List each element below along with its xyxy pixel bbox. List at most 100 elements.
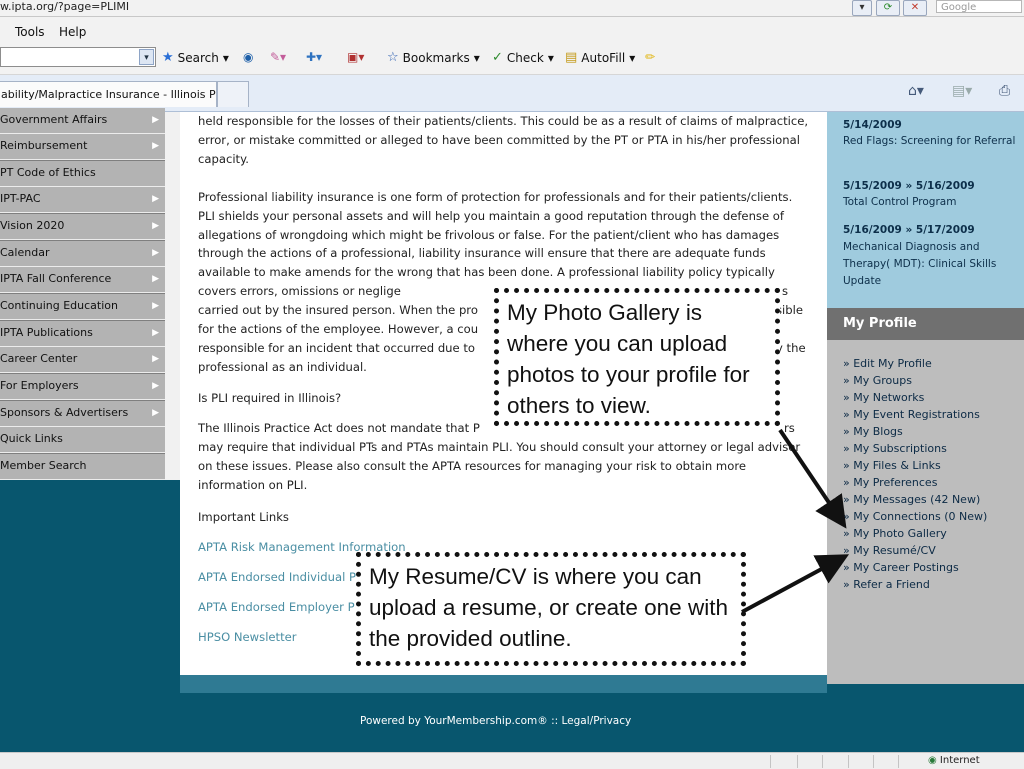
chevron-down-icon[interactable]: ▾ [139, 49, 154, 65]
nav-fall-conference[interactable]: IPTA Fall Conference ▶ [0, 267, 165, 293]
google-icon: ★ [162, 50, 174, 65]
spellcheck-icon: ✓ [492, 50, 503, 65]
highlighter-icon[interactable]: ✎▾ [270, 50, 286, 64]
paragraph-responsibility: held responsible for the losses of their… [198, 114, 809, 166]
status-divider [898, 755, 899, 768]
pencil-icon[interactable]: ✏ [645, 50, 655, 64]
security-zone: ◉ Internet [928, 755, 980, 766]
tab-current-page[interactable]: ability/Malpractice Insurance - Illinois… [0, 81, 217, 107]
profile-link-preferences[interactable]: » My Preferences [843, 474, 937, 491]
bookmarks-button[interactable]: ☆ Bookmarks ▾ [387, 50, 480, 65]
nav-ipt-pac[interactable]: IPT-PAC ▶ [0, 187, 165, 213]
feeds-icon[interactable]: ▤▾ [952, 83, 972, 99]
paragraph-fragment: y the [776, 341, 806, 355]
address-dropdown-button[interactable]: ▾ [852, 0, 872, 16]
footer-powered-by[interactable]: Powered by YourMembership.com® :: Legal/… [360, 715, 631, 727]
spell-check-button[interactable]: ✓ Check ▾ [492, 50, 554, 65]
status-divider [770, 755, 771, 768]
profile-link-edit[interactable]: » Edit My Profile [843, 355, 932, 372]
tab-bar: ability/Malpractice Insurance - Illinois… [0, 75, 1024, 112]
nav-for-employers[interactable]: For Employers ▶ [0, 374, 165, 400]
callout-photo-gallery: My Photo Gallery is where you can upload… [494, 288, 780, 426]
profile-link-connections[interactable]: » My Connections (0 New) [843, 508, 987, 525]
nav-code-of-ethics[interactable]: PT Code of Ethics [0, 161, 165, 187]
nav-reimbursement[interactable]: Reimbursement ▶ [0, 134, 165, 160]
chevron-right-icon: ▶ [152, 354, 159, 364]
new-tab-button[interactable] [217, 81, 249, 107]
paragraph-fragment: The Illinois Practice Act does not manda… [198, 421, 480, 435]
link-hpso-newsletter[interactable]: HPSO Newsletter [198, 628, 297, 646]
profile-link-resume-cv[interactable]: » My Resumé/CV [843, 542, 936, 559]
menu-bar: Tools Help [0, 17, 1024, 42]
event-title[interactable]: Total Control Program [843, 194, 1019, 211]
nav-government-affairs[interactable]: Government Affairs ▶ [0, 108, 165, 134]
nav-quick-links[interactable]: Quick Links [0, 427, 165, 453]
profile-link-refer-friend[interactable]: » Refer a Friend [843, 576, 930, 593]
profile-link-networks[interactable]: » My Networks [843, 389, 924, 406]
profile-heading: My Profile [827, 308, 1024, 340]
chevron-right-icon: ▶ [152, 408, 159, 418]
paragraph-fragment: for the actions of the employee. However… [198, 322, 479, 336]
star-icon: ☆ [387, 50, 399, 65]
link-endorsed-employer[interactable]: APTA Endorsed Employer P [198, 598, 355, 616]
chevron-right-icon: ▶ [152, 221, 159, 231]
toolbar-search-input[interactable] [0, 47, 156, 67]
profile-link-career-postings[interactable]: » My Career Postings [843, 559, 959, 576]
profile-link-files-links[interactable]: » My Files & Links [843, 457, 941, 474]
event-date: 5/14/2009 [843, 119, 902, 131]
link-endorsed-individual[interactable]: APTA Endorsed Individual P [198, 568, 356, 586]
nav-career-center[interactable]: Career Center ▶ [0, 347, 165, 373]
profile-link-blogs[interactable]: » My Blogs [843, 423, 903, 440]
profile-link-event-registrations[interactable]: » My Event Registrations [843, 406, 980, 423]
popup-blocker-icon[interactable]: ▣▾ [347, 50, 364, 64]
status-bar: ◉ Internet [0, 752, 1024, 769]
stop-icon[interactable]: ✕ [903, 0, 927, 16]
paragraph-fragment: responsible for an incident that occurre… [198, 341, 475, 355]
chevron-right-icon: ▶ [152, 141, 159, 151]
nav-publications[interactable]: IPTA Publications ▶ [0, 321, 165, 347]
chevron-right-icon: ▶ [152, 328, 159, 338]
status-divider [848, 755, 849, 768]
web-search-input[interactable]: Google [936, 0, 1022, 13]
paragraph-fragment: sible [776, 303, 803, 317]
nav-continuing-education[interactable]: Continuing Education ▶ [0, 294, 165, 320]
print-icon[interactable]: ⎙ [999, 83, 1010, 99]
google-toolbar: ▾ ★ Search ▾ ◉ ✎▾ ✚▾ ▣▾ ☆ Bookmarks ▾ ✓ Check… [0, 42, 1024, 75]
event-date: 5/16/2009 » 5/17/2009 [843, 224, 975, 236]
profile-link-groups[interactable]: » My Groups [843, 372, 912, 389]
column-divider [165, 112, 180, 480]
upcoming-events: 5/14/2009 Red Flags: Screening for Refer… [827, 112, 1024, 308]
chevron-right-icon: ▶ [152, 381, 159, 391]
event-title[interactable]: Red Flags: Screening for Referral [843, 133, 1019, 150]
event-date: 5/15/2009 » 5/16/2009 [843, 180, 975, 192]
menu-tools[interactable]: Tools [15, 25, 45, 39]
paragraph-pli-illinois: may require that individual PTs and PTAs… [198, 440, 801, 492]
form-icon: ▤ [565, 50, 578, 65]
paragraph-pli-definition: Professional liability insurance is one … [198, 190, 793, 298]
paragraph-fragment: rs [784, 421, 795, 435]
autofill-button[interactable]: ▤ AutoFill ▾ [565, 50, 635, 65]
puzzle-icon[interactable]: ✚▾ [306, 50, 322, 64]
status-divider [873, 755, 874, 768]
profile-link-photo-gallery[interactable]: » My Photo Gallery [843, 525, 947, 542]
nav-calendar[interactable]: Calendar ▶ [0, 241, 165, 267]
chevron-right-icon: ▶ [152, 115, 159, 125]
address-bar[interactable]: w.ipta.org/?page=PLIMI ▾ ⟳ ✕ Google [0, 0, 1024, 17]
menu-help[interactable]: Help [59, 25, 86, 39]
home-icon[interactable]: ⌂▾ [908, 83, 924, 99]
profile-link-messages[interactable]: » My Messages (42 New) [843, 491, 980, 508]
globe-icon[interactable]: ◉ [243, 50, 253, 64]
chevron-right-icon: ▶ [152, 274, 159, 284]
chevron-right-icon: ▶ [152, 301, 159, 311]
refresh-icon[interactable]: ⟳ [876, 0, 900, 16]
nav-sponsors-advertisers[interactable]: Sponsors & Advertisers ▶ [0, 401, 165, 427]
profile-link-subscriptions[interactable]: » My Subscriptions [843, 440, 947, 457]
left-navigation: Government Affairs ▶ Reimbursement ▶ PT Co… [0, 108, 165, 480]
chevron-right-icon: ▶ [152, 194, 159, 204]
address-url[interactable]: w.ipta.org/?page=PLIMI [0, 0, 129, 13]
event-title[interactable]: Mechanical Diagnosis and Therapy( MDT): … [843, 239, 1019, 290]
nav-member-search[interactable]: Member Search [0, 454, 165, 480]
toolbar-search-button[interactable]: ★ Search ▾ [162, 50, 229, 65]
nav-vision-2020[interactable]: Vision 2020 ▶ [0, 214, 165, 240]
content-bottom-bar [180, 675, 827, 693]
